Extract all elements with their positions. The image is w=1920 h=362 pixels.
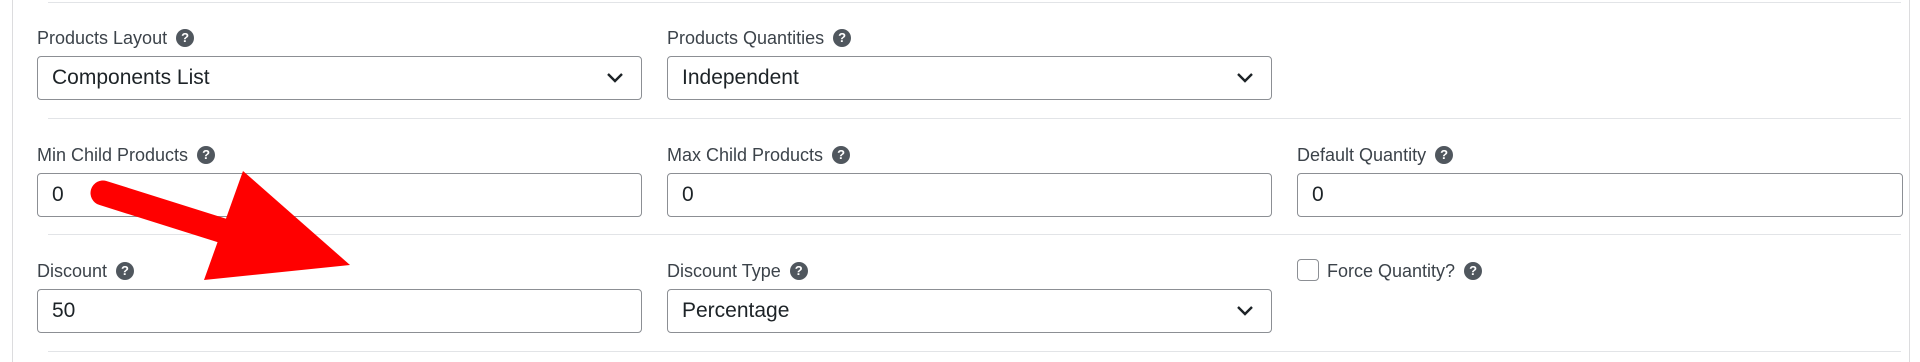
max-child-products-label: Max Child Products ? xyxy=(667,144,851,166)
divider xyxy=(48,234,1901,235)
chevron-down-icon xyxy=(607,73,623,83)
products-layout-label: Products Layout ? xyxy=(37,27,195,49)
max-child-products-input[interactable]: 0 xyxy=(667,173,1272,217)
discount-type-label: Discount Type ? xyxy=(667,260,808,282)
help-icon[interactable]: ? xyxy=(832,146,851,164)
chevron-down-icon xyxy=(1237,306,1253,316)
default-quantity-label: Default Quantity ? xyxy=(1297,144,1454,166)
force-quantity-label: Force Quantity? ? xyxy=(1327,260,1483,282)
help-icon[interactable]: ? xyxy=(1435,146,1454,164)
discount-input[interactable]: 50 xyxy=(37,289,642,333)
default-quantity-input[interactable]: 0 xyxy=(1297,173,1903,217)
help-icon[interactable]: ? xyxy=(789,262,808,280)
discount-label: Discount ? xyxy=(37,260,135,282)
help-icon[interactable]: ? xyxy=(116,262,135,280)
help-icon[interactable]: ? xyxy=(833,29,852,47)
min-child-products-input[interactable]: 0 xyxy=(37,173,642,217)
help-icon[interactable]: ? xyxy=(176,29,195,47)
min-child-products-label: Min Child Products ? xyxy=(37,144,216,166)
products-quantities-label: Products Quantities ? xyxy=(667,27,852,49)
divider xyxy=(48,351,1901,352)
help-icon[interactable]: ? xyxy=(197,146,216,164)
products-layout-select[interactable]: Components List xyxy=(37,56,642,100)
discount-type-select[interactable]: Percentage xyxy=(667,289,1272,333)
products-quantities-select[interactable]: Independent xyxy=(667,56,1272,100)
force-quantity-checkbox[interactable] xyxy=(1297,259,1319,281)
divider xyxy=(48,118,1901,119)
divider xyxy=(48,2,1901,3)
help-icon[interactable]: ? xyxy=(1464,262,1483,280)
settings-panel: Products Layout ? Components List Produc… xyxy=(12,0,1910,362)
chevron-down-icon xyxy=(1237,73,1253,83)
